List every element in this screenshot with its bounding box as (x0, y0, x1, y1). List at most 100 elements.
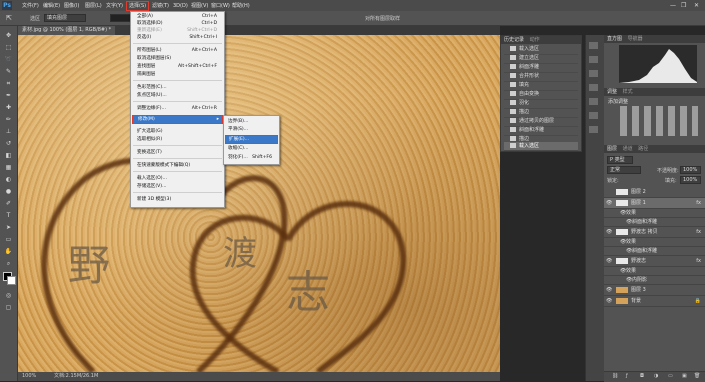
menu-item-inverse[interactable]: 反选(I) Shift+Ctrl+I (137, 34, 220, 41)
blend-mode-select[interactable]: 正常 (607, 166, 641, 174)
fill-input[interactable]: 100% (680, 176, 701, 184)
visibility-eye-icon[interactable]: 👁 (606, 285, 612, 295)
menu-item-grow[interactable]: 扩大选取(G) (137, 128, 220, 135)
eraser-icon[interactable]: ◧ (4, 152, 13, 160)
swatches-panel-icon[interactable] (589, 84, 598, 91)
submenu-item-smooth[interactable]: 平滑(S)... (228, 126, 275, 133)
submenu-item-border[interactable]: 边界(B)... (228, 118, 275, 125)
tab-actions[interactable]: 动作 (530, 37, 540, 43)
character-panel-icon[interactable] (589, 98, 598, 105)
menu-item-all[interactable]: 全部(A) Ctrl+A (137, 13, 220, 20)
visibility-eye-icon[interactable]: 👁 (606, 256, 612, 266)
link-layers-icon[interactable]: ⛓ (612, 373, 618, 379)
sample-all-layers-checkbox[interactable]: 对所有图层取样 (365, 15, 400, 22)
menu-layer[interactable]: 图层(L) (83, 2, 104, 10)
tab-adjustments[interactable]: 调整 (607, 89, 617, 95)
layer-row[interactable]: 👁 图层 3 (604, 285, 705, 296)
move-tool-icon[interactable]: ⇱ (6, 14, 12, 22)
menu-item-focus-area[interactable]: 焦点区域(U)... (137, 92, 220, 99)
close-icon[interactable]: ✕ (694, 2, 699, 9)
menu-item-deselect[interactable]: 取消选择(D) Ctrl+D (137, 20, 220, 27)
add-mask-icon[interactable]: ◘ (640, 373, 644, 379)
layer-effects-row[interactable]: 👁效果 (604, 267, 705, 276)
menu-item-save-selection[interactable]: 存储选区(V)... (137, 183, 220, 190)
menu-item-transform-selection[interactable]: 变换选区(T) (137, 149, 220, 156)
menu-item-all-layers[interactable]: 所有图层(L) Alt+Ctrl+A (137, 47, 220, 54)
submenu-item-feather[interactable]: 羽化(F)... Shift+F6 (228, 154, 275, 161)
delete-layer-icon[interactable]: 🗑 (694, 373, 700, 379)
tab-paths[interactable]: 路径 (638, 146, 648, 152)
menu-filter[interactable]: 滤镜(T) (150, 2, 171, 10)
move-icon[interactable]: ✥ (4, 32, 13, 40)
layer-row[interactable]: 👁 野渡志 fx (604, 256, 705, 267)
layer-effect-item[interactable]: 👁斜面和浮雕 (604, 247, 705, 256)
visibility-eye-icon[interactable]: 👁 (606, 296, 612, 306)
dodge-icon[interactable]: ● (4, 188, 13, 196)
layer-effect-item[interactable]: 👁斜面和浮雕 (604, 218, 705, 227)
menu-item-find-layers[interactable]: 查找图层 Alt+Shift+Ctrl+F (137, 63, 220, 70)
layer-row-background[interactable]: 👁 背景 🔒 (604, 296, 705, 307)
menu-window[interactable]: 窗口(W) (209, 2, 232, 10)
menu-item-isolate-layers[interactable]: 隔离图层 (137, 71, 220, 78)
layer-effects-row[interactable]: 👁效果 (604, 209, 705, 218)
paragraph-panel-icon[interactable] (589, 112, 598, 119)
new-group-icon[interactable]: ▭ (668, 373, 673, 379)
tab-history[interactable]: 历史记录 (504, 37, 524, 43)
submenu-item-expand[interactable]: 扩展(E)... (225, 135, 278, 144)
menu-3d[interactable]: 3D(D) (171, 2, 190, 10)
info-panel-icon[interactable] (589, 56, 598, 63)
menu-file[interactable]: 文件(F) (20, 2, 41, 10)
adjustment-icons-grid[interactable] (620, 106, 698, 136)
tab-styles[interactable]: 样式 (623, 89, 633, 95)
menu-image[interactable]: 图像(I) (62, 2, 81, 10)
visibility-eye-icon[interactable]: 👁 (606, 198, 612, 208)
hand-icon[interactable]: ✋ (4, 248, 13, 256)
menu-item-quick-mask[interactable]: 在快速蒙版模式下编辑(Q) (137, 162, 220, 169)
type-icon[interactable]: T (4, 212, 13, 220)
new-adjustment-icon[interactable]: ◑ (654, 373, 658, 379)
tab-histogram[interactable]: 直方图 (607, 36, 622, 42)
screen-mode-icon[interactable]: ▢ (4, 304, 13, 312)
history-item-selected[interactable]: 载入选区 (504, 142, 578, 151)
layer-row-selected[interactable]: 👁 图层 1 fx (604, 198, 705, 209)
eyedropper-icon[interactable]: ✒ (4, 92, 13, 100)
histogram-panel-icon[interactable] (589, 42, 598, 49)
menu-select[interactable]: 选择(S) (126, 1, 150, 11)
style-select[interactable]: 填充图层 (44, 14, 86, 22)
path-select-icon[interactable]: ➤ (4, 224, 13, 232)
menu-item-color-range[interactable]: 色彩范围(C)... (137, 84, 220, 91)
menu-help[interactable]: 帮助(H) (230, 2, 252, 10)
menu-item-deselect-layers[interactable]: 取消选择图层(S) (137, 55, 220, 62)
new-layer-icon[interactable]: ▣ (682, 373, 687, 379)
document-tab[interactable]: 素材.jpg @ 100% (图层 1, RGB/8#) * (18, 26, 116, 35)
brush-icon[interactable]: ✏ (4, 116, 13, 124)
history-brush-icon[interactable]: ↺ (4, 140, 13, 148)
properties-panel-icon[interactable] (589, 126, 598, 133)
shape-icon[interactable]: ▭ (4, 236, 13, 244)
healing-icon[interactable]: ✚ (4, 104, 13, 112)
stamp-icon[interactable]: ⊥ (4, 128, 13, 136)
blur-icon[interactable]: ◐ (4, 176, 13, 184)
quick-mask-icon[interactable]: ◎ (4, 292, 13, 300)
pen-icon[interactable]: ✐ (4, 200, 13, 208)
zoom-level[interactable]: 100% (22, 372, 36, 381)
submenu-item-contract[interactable]: 收缩(C)... (228, 145, 275, 152)
menu-item-modify[interactable]: 修改(M) ▸ (132, 115, 223, 124)
minimize-icon[interactable]: — (670, 2, 676, 9)
fx-icon[interactable]: fx (696, 198, 701, 208)
color-panel-icon[interactable] (589, 70, 598, 77)
layer-row[interactable]: 图层 2 (604, 187, 705, 198)
menu-edit[interactable]: 编辑(E) (41, 2, 62, 10)
opacity-input[interactable]: 100% (680, 166, 701, 174)
zoom-icon[interactable]: ⌕ (4, 260, 13, 268)
tab-channels[interactable]: 通道 (623, 146, 633, 152)
tab-layers[interactable]: 图层 (607, 146, 617, 152)
fx-icon[interactable]: fx (696, 256, 701, 266)
tab-navigator[interactable]: 导航器 (628, 36, 643, 42)
menu-item-similar[interactable]: 选取相似(R) (137, 136, 220, 143)
add-style-icon[interactable]: ƒ (626, 373, 628, 379)
visibility-eye-icon[interactable]: 👁 (606, 227, 612, 237)
menu-item-new-3d-model[interactable]: 新建 3D 模型(3) (137, 196, 220, 203)
menu-type[interactable]: 文字(Y) (104, 2, 125, 10)
layer-kind-filter[interactable]: P 类型 (607, 156, 633, 164)
